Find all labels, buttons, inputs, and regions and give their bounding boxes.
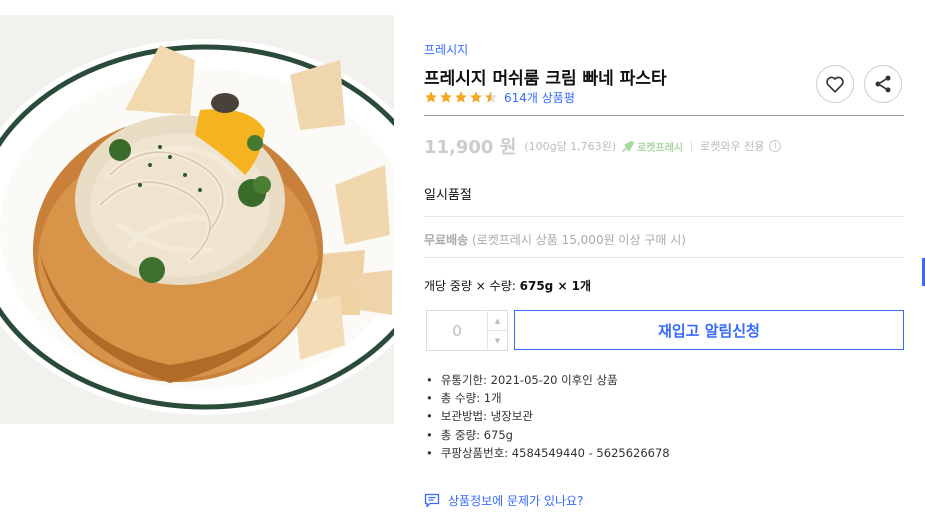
wishlist-button[interactable]	[816, 65, 854, 103]
star-icon	[455, 91, 467, 103]
detail-item: 보관방법: 냉장보관	[424, 407, 670, 425]
star-icon	[425, 91, 437, 103]
share-button[interactable]	[864, 65, 902, 103]
rating-stars	[424, 90, 498, 104]
title-divider	[424, 115, 904, 116]
weight-quantity-value: 675g × 1개	[519, 279, 592, 293]
detail-item: 총 중량: 675g	[424, 426, 670, 444]
heart-icon	[826, 76, 844, 93]
chat-report-icon	[424, 493, 440, 508]
shipping-label: 무료배송	[424, 233, 469, 247]
review-count-link[interactable]: 614개 상품평	[504, 89, 575, 106]
price-separator	[691, 140, 693, 152]
quantity-arrows: ▲ ▼	[487, 311, 507, 350]
quantity-up-button[interactable]: ▲	[488, 311, 507, 330]
shipping-condition: (로켓프레시 상품 15,000원 이상 구매 시)	[472, 233, 686, 247]
restock-notify-button[interactable]: 재입고 알림신청	[514, 310, 904, 350]
price: 11,900 원	[424, 137, 517, 158]
star-half-icon	[485, 91, 497, 103]
rocket-icon	[622, 141, 635, 152]
product-title: 프레시지 머쉬룸 크림 빠네 파스타	[424, 69, 667, 89]
section-divider	[424, 216, 904, 217]
unit-price: (100g당 1,763원)	[524, 140, 617, 153]
rocket-fresh-badge: 로켓프레시	[621, 139, 683, 154]
quantity-stepper[interactable]: ▲ ▼	[426, 310, 508, 351]
info-icon[interactable]: i	[769, 140, 782, 152]
detail-item: 총 수량: 1개	[424, 389, 670, 407]
product-info-panel: 프레시지 프레시지 머쉬룸 크림 빠네 파스타 614개 상품평 11,900 …	[424, 0, 904, 523]
brand-link[interactable]: 프레시지	[424, 41, 468, 58]
product-details-list: 유통기한: 2021-05-20 이후인 상품 총 수량: 1개 보관방법: 냉…	[424, 371, 670, 462]
rocket-wow-label: 로켓와우 전용	[700, 140, 765, 153]
weight-quantity-label: 개당 중량 × 수량:	[424, 279, 516, 293]
section-divider	[424, 257, 904, 258]
weight-quantity: 개당 중량 × 수량: 675g × 1개	[424, 277, 591, 294]
star-icon	[440, 91, 452, 103]
detail-item: 쿠팡상품번호: 4584549440 - 5625626678	[424, 444, 670, 462]
price-row: 11,900 원 (100g당 1,763원) 로켓프레시 로켓와우 전용 i	[424, 133, 782, 159]
report-issue-link[interactable]: 상품정보에 문제가 있나요?	[424, 492, 583, 509]
stock-status: 일시품절	[424, 188, 472, 203]
quantity-input[interactable]	[427, 311, 487, 350]
star-icon	[470, 91, 482, 103]
product-image[interactable]	[0, 15, 394, 424]
shipping-info: 무료배송 (로켓프레시 상품 15,000원 이상 구매 시)	[424, 231, 686, 248]
report-issue-label: 상품정보에 문제가 있나요?	[448, 494, 584, 508]
detail-item: 유통기한: 2021-05-20 이후인 상품	[424, 371, 670, 389]
share-icon	[875, 75, 891, 93]
quantity-down-button[interactable]: ▼	[488, 330, 507, 350]
rocket-fresh-label: 로켓프레시	[637, 142, 684, 154]
rating-row: 614개 상품평	[424, 89, 575, 105]
